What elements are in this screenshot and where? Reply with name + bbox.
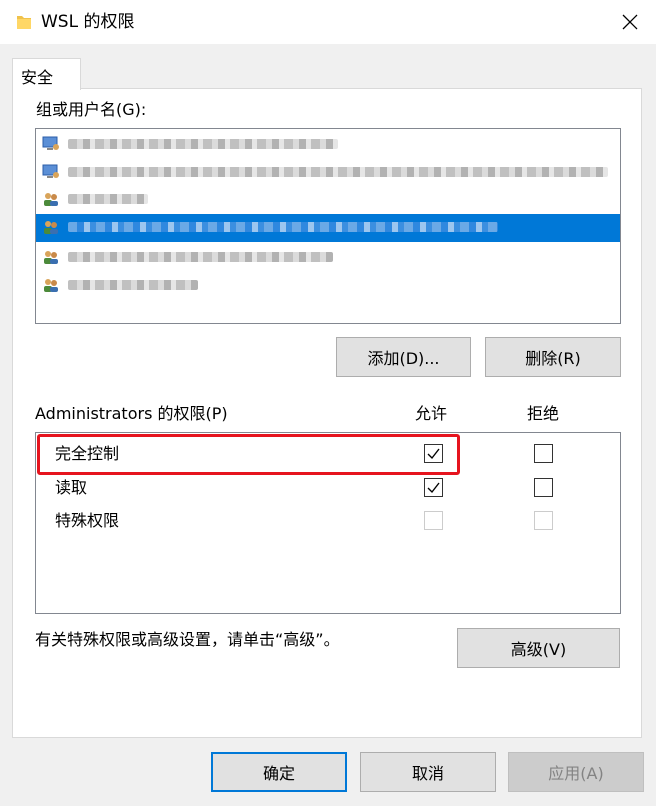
title-bar: WSL 的权限 xyxy=(0,0,656,44)
group-list-label: 组或用户名(G): xyxy=(36,100,147,119)
permission-read-label: 读取 xyxy=(55,478,88,497)
folder-icon xyxy=(17,16,31,29)
allow-header: 允许 xyxy=(415,404,448,423)
remove-button[interactable]: 删除(R) xyxy=(485,337,621,377)
computer-user-icon xyxy=(42,136,59,150)
advanced-hint: 有关特殊权限或高级设置，请单击“高级”。 xyxy=(35,630,340,649)
list-item[interactable] xyxy=(36,159,620,185)
user-group-icon xyxy=(44,279,58,292)
user-group-icon xyxy=(44,193,58,206)
ok-button[interactable]: 确定 xyxy=(211,752,347,792)
tab-security-label: 安全 xyxy=(21,68,54,87)
read-allow-checkbox[interactable] xyxy=(424,478,443,497)
list-item-selected[interactable] xyxy=(36,214,620,242)
user-group-icon xyxy=(44,251,58,264)
permission-special-label: 特殊权限 xyxy=(55,511,120,530)
advanced-button[interactable]: 高级(V) xyxy=(457,628,620,668)
close-button[interactable] xyxy=(610,4,650,40)
special-allow-checkbox xyxy=(424,511,443,530)
list-item[interactable] xyxy=(36,272,620,298)
redacted-name xyxy=(68,194,148,204)
tab-security[interactable]: 安全 xyxy=(12,58,81,90)
redacted-name xyxy=(68,167,608,177)
redacted-name xyxy=(68,139,338,149)
redacted-name xyxy=(68,280,198,290)
add-button[interactable]: 添加(D)... xyxy=(336,337,471,377)
full-control-deny-checkbox[interactable] xyxy=(534,444,553,463)
read-deny-checkbox[interactable] xyxy=(534,478,553,497)
close-icon xyxy=(622,14,638,30)
deny-header: 拒绝 xyxy=(527,404,560,423)
redacted-name xyxy=(68,222,498,232)
list-item[interactable] xyxy=(36,131,620,157)
group-user-list[interactable] xyxy=(35,128,621,324)
cancel-button[interactable]: 取消 xyxy=(360,752,496,792)
redacted-name xyxy=(68,252,333,262)
window-title: WSL 的权限 xyxy=(41,12,135,32)
list-item[interactable] xyxy=(36,186,620,212)
special-deny-checkbox xyxy=(534,511,553,530)
computer-user-icon xyxy=(42,164,59,178)
apply-button[interactable]: 应用(A) xyxy=(508,752,644,792)
checkmark-icon xyxy=(427,482,440,494)
user-group-icon xyxy=(44,221,58,234)
permissions-label: Administrators 的权限(P) xyxy=(35,404,228,423)
list-item[interactable] xyxy=(36,244,620,270)
red-highlight-box xyxy=(37,434,460,475)
